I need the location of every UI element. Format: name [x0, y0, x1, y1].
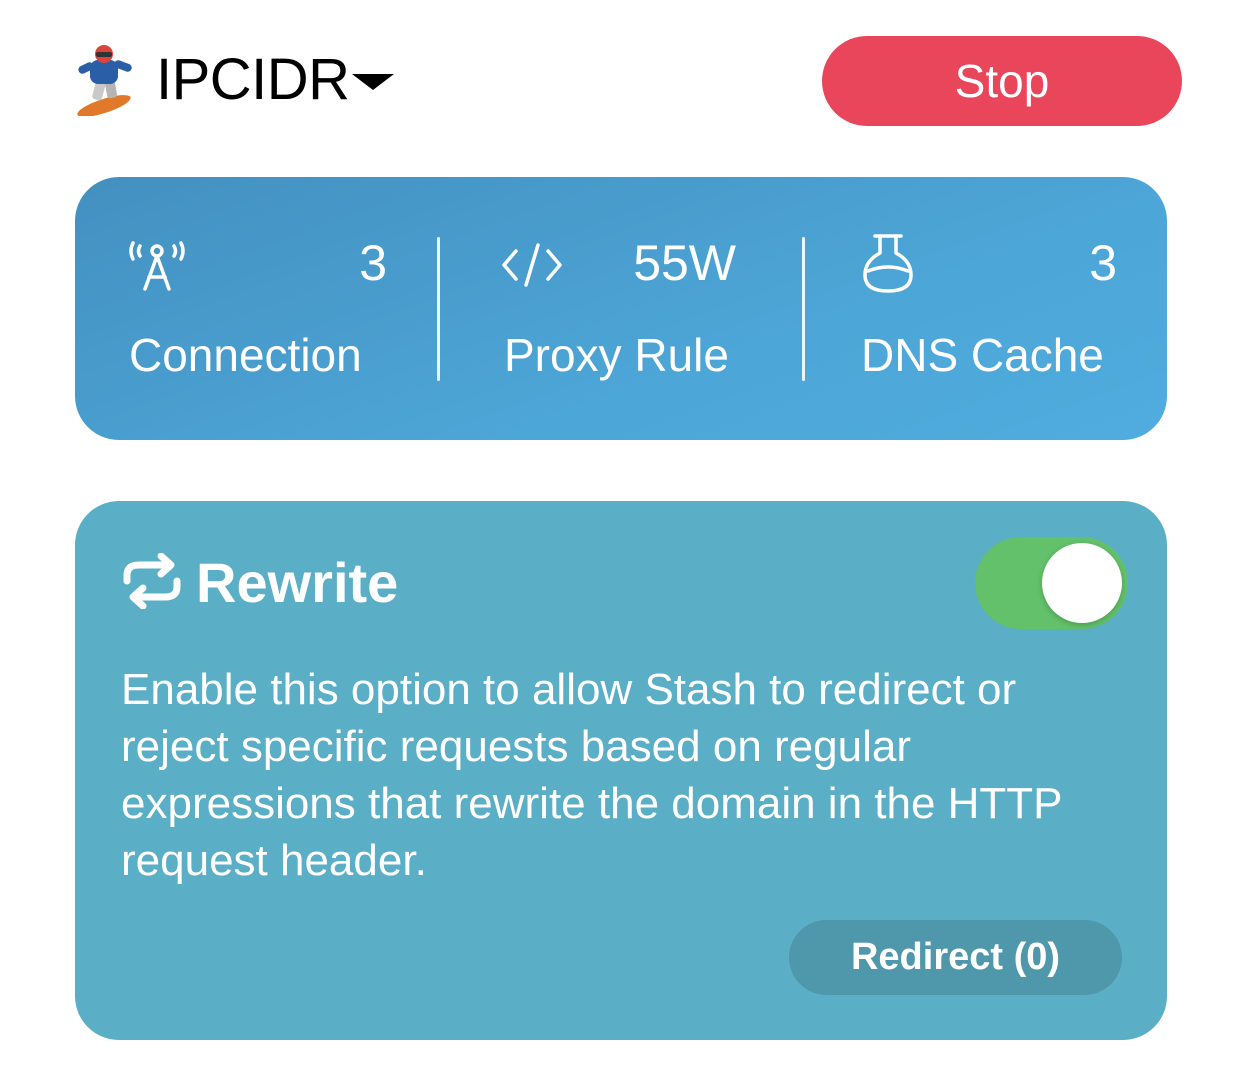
stash-home-screen: IPCIDR Stop 3 Connection 55W Proxy Rule … — [0, 0, 1242, 1070]
connection-label: Connection — [129, 329, 362, 381]
repeat-icon — [121, 552, 183, 614]
redirect-button[interactable]: Redirect (0) — [789, 920, 1122, 995]
chevron-down-icon — [351, 74, 394, 90]
proxy-rule-count: 55W — [633, 235, 736, 291]
dns-cache-label: DNS Cache — [861, 329, 1104, 381]
stat-proxy-rule[interactable]: 55W Proxy Rule — [440, 177, 803, 440]
dns-cache-count: 3 — [1089, 235, 1117, 291]
stat-connection[interactable]: 3 Connection — [75, 177, 439, 440]
profile-name: IPCIDR — [156, 47, 350, 112]
stat-dns-cache[interactable]: 3 DNS Cache — [805, 177, 1167, 440]
antenna-icon — [125, 237, 189, 298]
rewrite-description: Enable this option to allow Stash to red… — [121, 665, 1062, 885]
rewrite-card: Rewrite Enable this option to allow Stas… — [75, 501, 1167, 1040]
proxy-rule-label: Proxy Rule — [504, 329, 729, 381]
profile-selector[interactable]: IPCIDR — [74, 40, 394, 120]
snowboarder-avatar-icon — [74, 44, 138, 117]
rewrite-toggle[interactable] — [975, 537, 1128, 629]
flask-icon — [861, 233, 915, 300]
rewrite-title: Rewrite — [196, 551, 399, 614]
stop-button[interactable]: Stop — [822, 36, 1182, 126]
stats-card: 3 Connection 55W Proxy Rule 3 DNS Cache — [75, 177, 1167, 440]
connection-count: 3 — [359, 235, 387, 291]
toggle-knob — [1042, 543, 1122, 623]
code-icon — [500, 241, 564, 294]
